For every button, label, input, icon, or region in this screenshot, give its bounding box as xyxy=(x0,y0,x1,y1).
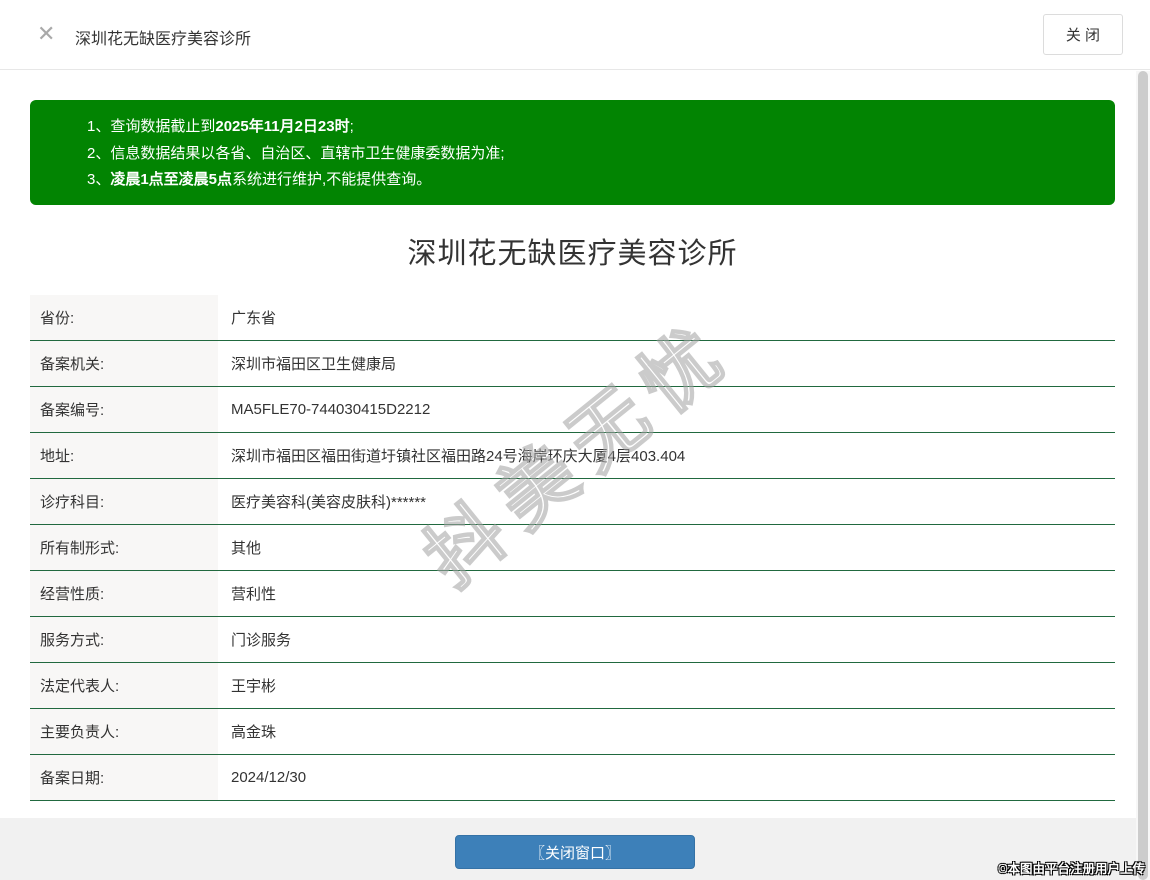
field-value: 广东省 xyxy=(231,310,277,327)
field-label: 诊疗科目: xyxy=(30,479,218,524)
field-value: 王宇彬 xyxy=(231,678,277,695)
field-value: 其他 xyxy=(231,540,262,557)
notice-item-1: 1、查询数据截止到2025年11月2日23时; xyxy=(87,114,1095,141)
notice-text: 查询数据截止到 xyxy=(110,118,216,135)
table-row-business-nature: 经营性质: 营利性 xyxy=(30,571,1115,617)
notice-text: 信息数据结果以各省、自治区、直辖市卫生健康委数据为准; xyxy=(110,144,505,162)
registration-detail-page: ✕ 深圳花无缺医疗美容诊所 关 闭 1、查询数据截止到2025年11月2日23时… xyxy=(0,0,1150,880)
upload-credit-text: ©本图由平台注册用户上传 xyxy=(998,862,1145,876)
scrollbar-thumb[interactable] xyxy=(1138,71,1148,880)
field-value: 高金珠 xyxy=(231,724,277,741)
field-label: 所有制形式: xyxy=(30,525,218,570)
field-label: 地址: xyxy=(30,433,218,478)
notice-number: 3、 xyxy=(87,171,111,188)
page-title: 深圳花无缺医疗美容诊所 xyxy=(407,238,738,270)
notice-number: 1、 xyxy=(87,118,111,135)
info-table: 省份: 广东省 备案机关: 深圳市福田区卫生健康局 备案编号: MA5FLE70… xyxy=(30,295,1115,801)
field-value: 营利性 xyxy=(231,586,277,603)
footer-bar: 〖关闭窗口〗 xyxy=(0,818,1150,880)
field-value: 深圳市福田区福田街道圩镇社区福田路24号海岸环庆大厦4层403.404 xyxy=(231,448,686,465)
notice-number: 2、 xyxy=(87,144,111,162)
table-row-treatment-subjects: 诊疗科目: 医疗美容科(美容皮肤科)****** xyxy=(30,479,1115,525)
notice-item-3: 3、凌晨1点至凌晨5点系统进行维护,不能提供查询。 xyxy=(87,167,1095,194)
table-row-province: 省份: 广东省 xyxy=(30,295,1115,341)
notice-text: ; xyxy=(349,118,354,135)
top-bar: ✕ 深圳花无缺医疗美容诊所 关 闭 xyxy=(0,0,1150,70)
table-row-filing-number: 备案编号: MA5FLE70-744030415D2212 xyxy=(30,387,1115,433)
notice-bold-text: 凌晨1点至凌晨5点 xyxy=(110,171,233,188)
scrollbar[interactable] xyxy=(1136,71,1150,880)
field-label: 主要负责人: xyxy=(30,709,218,754)
field-label: 备案机关: xyxy=(30,341,218,386)
table-row-address: 地址: 深圳市福田区福田街道圩镇社区福田路24号海岸环庆大厦4层403.404 xyxy=(30,433,1115,479)
table-row-service-mode: 服务方式: 门诊服务 xyxy=(30,617,1115,663)
notice-box: 1、查询数据截止到2025年11月2日23时; 2、信息数据结果以各省、自治区、… xyxy=(30,100,1115,205)
notice-text: 系统进行维护,不能提供查询。 xyxy=(232,171,432,188)
field-value: MA5FLE70-744030415D2212 xyxy=(231,401,431,418)
field-label: 备案日期: xyxy=(30,755,218,800)
close-window-button[interactable]: 〖关闭窗口〗 xyxy=(455,835,695,869)
notice-item-2: 2、信息数据结果以各省、自治区、直辖市卫生健康委数据为准; xyxy=(87,141,1095,168)
close-button[interactable]: 关 闭 xyxy=(1042,14,1123,55)
close-icon[interactable]: ✕ xyxy=(37,23,55,45)
window-title: 深圳花无缺医疗美容诊所 xyxy=(75,31,252,48)
field-label: 经营性质: xyxy=(30,571,218,616)
field-value: 门诊服务 xyxy=(231,632,292,649)
table-row-ownership-form: 所有制形式: 其他 xyxy=(30,525,1115,571)
table-row-filing-authority: 备案机关: 深圳市福田区卫生健康局 xyxy=(30,341,1115,387)
field-label: 法定代表人: xyxy=(30,663,218,708)
notice-bold-text: 2025年11月2日23时 xyxy=(215,118,350,135)
field-value: 深圳市福田区卫生健康局 xyxy=(231,356,397,373)
field-label: 服务方式: xyxy=(30,617,218,662)
table-row-filing-date: 备案日期: 2024/12/30 xyxy=(30,755,1115,801)
table-row-main-person-in-charge: 主要负责人: 高金珠 xyxy=(30,709,1115,755)
table-row-legal-representative: 法定代表人: 王宇彬 xyxy=(30,663,1115,709)
field-value: 医疗美容科(美容皮肤科)****** xyxy=(231,494,427,511)
field-label: 备案编号: xyxy=(30,387,218,432)
field-label: 省份: xyxy=(30,295,218,340)
field-value: 2024/12/30 xyxy=(231,769,307,786)
